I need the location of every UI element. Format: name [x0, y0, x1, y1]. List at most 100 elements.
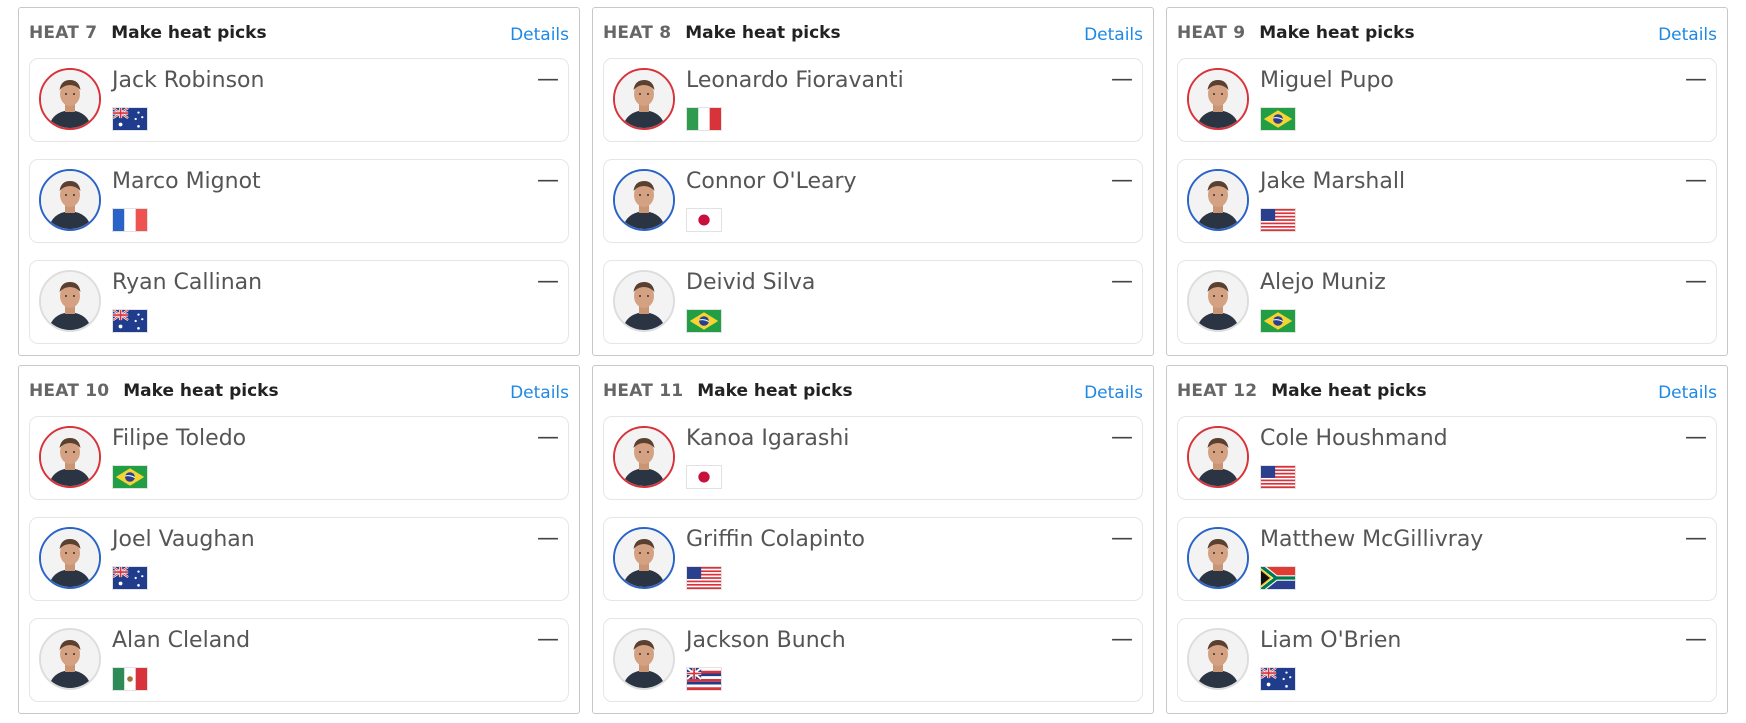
- pick-status: —: [537, 269, 559, 294]
- surfer-name: Cole Houshmand: [1260, 426, 1448, 451]
- country-flag-icon: [112, 208, 148, 232]
- heat-number: HEAT 8: [603, 23, 672, 43]
- heat-card: HEAT 9 Make heat picks Details Miguel Pu…: [1166, 7, 1728, 356]
- details-link[interactable]: Details: [1084, 25, 1143, 45]
- pick-status: —: [1685, 627, 1707, 652]
- heat-number: HEAT 12: [1177, 381, 1258, 401]
- pick-status: —: [1111, 627, 1133, 652]
- surfer-name: Filipe Toledo: [112, 426, 247, 451]
- pick-status: —: [537, 526, 559, 551]
- surfer-row[interactable]: Cole Houshmand —: [1177, 416, 1717, 500]
- pick-status: —: [1685, 269, 1707, 294]
- surfer-avatar: [39, 270, 101, 332]
- surfer-row[interactable]: Connor O'Leary —: [603, 159, 1143, 243]
- surfer-name: Jake Marshall: [1260, 169, 1406, 194]
- surfer-avatar: [39, 628, 101, 690]
- surfer-row[interactable]: Jack Robinson —: [29, 58, 569, 142]
- heat-header: HEAT 10 Make heat picks Details: [29, 366, 569, 416]
- country-flag-icon: [112, 309, 148, 333]
- surfer-avatar: [1187, 68, 1249, 130]
- make-heat-picks-link[interactable]: Make heat picks: [123, 381, 278, 401]
- country-flag-icon: [686, 208, 722, 232]
- surfer-name: Jack Robinson: [112, 68, 265, 93]
- details-link[interactable]: Details: [1658, 383, 1717, 403]
- details-link[interactable]: Details: [510, 383, 569, 403]
- country-flag-icon: [686, 566, 722, 590]
- surfer-name: Jackson Bunch: [686, 628, 846, 653]
- surfer-name: Joel Vaughan: [112, 527, 255, 552]
- surfer-row[interactable]: Filipe Toledo —: [29, 416, 569, 500]
- pick-status: —: [537, 168, 559, 193]
- surfer-avatar: [1187, 169, 1249, 231]
- surfer-row[interactable]: Miguel Pupo —: [1177, 58, 1717, 142]
- make-heat-picks-link[interactable]: Make heat picks: [1271, 381, 1426, 401]
- heat-number: HEAT 10: [29, 381, 110, 401]
- surfer-avatar: [613, 270, 675, 332]
- surfer-row[interactable]: Liam O'Brien —: [1177, 618, 1717, 702]
- surfer-row[interactable]: Griffin Colapinto —: [603, 517, 1143, 601]
- surfer-avatar: [613, 426, 675, 488]
- surfer-row[interactable]: Jackson Bunch —: [603, 618, 1143, 702]
- surfer-name: Alan Cleland: [112, 628, 251, 653]
- surfer-name: Griffin Colapinto: [686, 527, 865, 552]
- country-flag-icon: [112, 465, 148, 489]
- surfer-row[interactable]: Marco Mignot —: [29, 159, 569, 243]
- country-flag-icon: [112, 107, 148, 131]
- country-flag-icon: [1260, 309, 1296, 333]
- surfer-row[interactable]: Kanoa Igarashi —: [603, 416, 1143, 500]
- surfer-row[interactable]: Alejo Muniz —: [1177, 260, 1717, 344]
- pick-status: —: [537, 425, 559, 450]
- pick-status: —: [1111, 67, 1133, 92]
- country-flag-icon: [1260, 566, 1296, 590]
- heat-header: HEAT 9 Make heat picks Details: [1177, 8, 1717, 58]
- pick-status: —: [1111, 425, 1133, 450]
- surfer-name: Miguel Pupo: [1260, 68, 1394, 93]
- heat-card: HEAT 7 Make heat picks Details Jack Robi…: [18, 7, 580, 356]
- heat-number: HEAT 7: [29, 23, 98, 43]
- surfer-name: Alejo Muniz: [1260, 270, 1386, 295]
- surfer-avatar: [1187, 426, 1249, 488]
- surfer-row[interactable]: Deivid Silva —: [603, 260, 1143, 344]
- surfer-avatar: [613, 169, 675, 231]
- make-heat-picks-link[interactable]: Make heat picks: [685, 23, 840, 43]
- surfer-name: Ryan Callinan: [112, 270, 263, 295]
- country-flag-icon: [1260, 107, 1296, 131]
- pick-status: —: [1685, 67, 1707, 92]
- surfer-row[interactable]: Leonardo Fioravanti —: [603, 58, 1143, 142]
- pick-status: —: [1685, 425, 1707, 450]
- surfer-row[interactable]: Ryan Callinan —: [29, 260, 569, 344]
- surfer-name: Matthew McGillivray: [1260, 527, 1484, 552]
- details-link[interactable]: Details: [1084, 383, 1143, 403]
- country-flag-icon: [686, 309, 722, 333]
- country-flag-icon: [112, 566, 148, 590]
- pick-status: —: [1685, 526, 1707, 551]
- surfer-name: Leonardo Fioravanti: [686, 68, 904, 93]
- make-heat-picks-link[interactable]: Make heat picks: [111, 23, 266, 43]
- pick-status: —: [1685, 168, 1707, 193]
- surfer-avatar: [1187, 628, 1249, 690]
- heat-number: HEAT 11: [603, 381, 684, 401]
- surfer-row[interactable]: Jake Marshall —: [1177, 159, 1717, 243]
- country-flag-icon: [1260, 667, 1296, 691]
- country-flag-icon: [112, 667, 148, 691]
- surfer-row[interactable]: Alan Cleland —: [29, 618, 569, 702]
- surfer-name: Liam O'Brien: [1260, 628, 1402, 653]
- surfer-avatar: [39, 527, 101, 589]
- country-flag-icon: [686, 667, 722, 691]
- surfer-avatar: [613, 68, 675, 130]
- surfer-avatar: [39, 68, 101, 130]
- surfer-name: Kanoa Igarashi: [686, 426, 850, 451]
- heat-card: HEAT 12 Make heat picks Details Cole Hou…: [1166, 365, 1728, 714]
- surfer-avatar: [613, 527, 675, 589]
- make-heat-picks-link[interactable]: Make heat picks: [697, 381, 852, 401]
- heat-number: HEAT 9: [1177, 23, 1246, 43]
- pick-status: —: [1111, 526, 1133, 551]
- make-heat-picks-link[interactable]: Make heat picks: [1259, 23, 1414, 43]
- pick-status: —: [537, 627, 559, 652]
- heat-header: HEAT 7 Make heat picks Details: [29, 8, 569, 58]
- surfer-row[interactable]: Matthew McGillivray —: [1177, 517, 1717, 601]
- details-link[interactable]: Details: [1658, 25, 1717, 45]
- pick-status: —: [537, 67, 559, 92]
- details-link[interactable]: Details: [510, 25, 569, 45]
- surfer-row[interactable]: Joel Vaughan —: [29, 517, 569, 601]
